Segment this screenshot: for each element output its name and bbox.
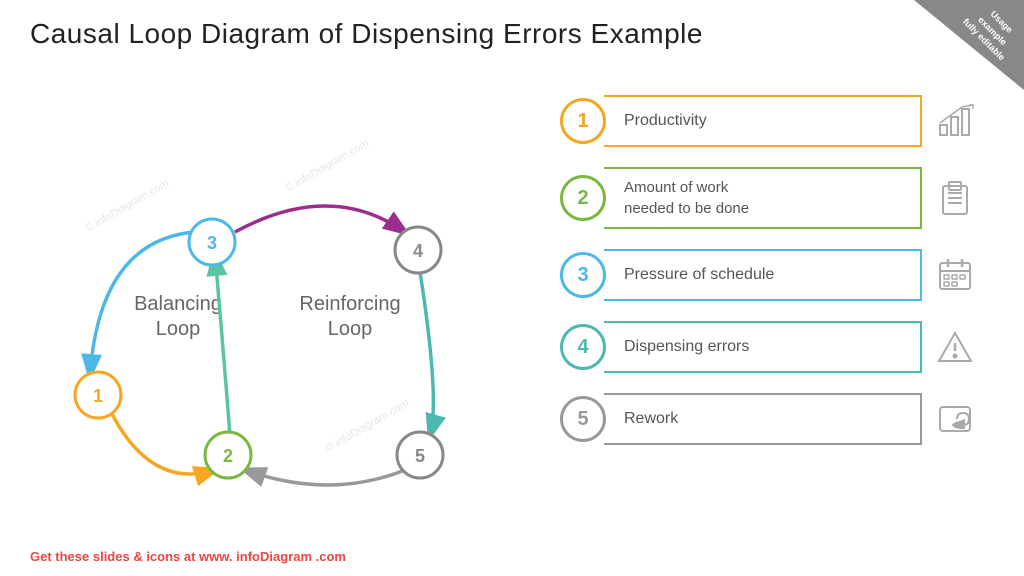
list-bar-1: Productivity [604, 95, 922, 147]
footer-brand: infoDiagram [236, 549, 312, 564]
svg-text:3: 3 [207, 233, 217, 253]
list-icon-4 [930, 322, 980, 372]
list-label-4: Dispensing errors [624, 338, 749, 356]
list-icon-5 [930, 394, 980, 444]
svg-text:Balancing: Balancing [134, 293, 222, 315]
right-panel: 1 Productivity 2 Amoun [560, 90, 980, 460]
list-item-1: 1 Productivity [560, 90, 980, 152]
list-num-5: 5 [560, 396, 606, 442]
list-num-3: 3 [560, 252, 606, 298]
page-title: Causal Loop Diagram of Dispensing Errors… [30, 18, 703, 50]
list-bar-5: Rework [604, 393, 922, 445]
page: Causal Loop Diagram of Dispensing Errors… [0, 0, 1024, 576]
list-label-2: Amount of workneeded to be done [624, 177, 749, 219]
list-icon-3 [930, 250, 980, 300]
svg-text:4: 4 [413, 241, 423, 261]
list-label-5: Rework [624, 410, 678, 428]
list-item-5: 5 Rework [560, 388, 980, 450]
list-bar-4: Dispensing errors [604, 321, 922, 373]
footer-suffix: .com [316, 549, 346, 564]
list-num-2: 2 [560, 175, 606, 221]
svg-text:2: 2 [223, 446, 233, 466]
list-item-3: 3 Pressure of schedule [560, 244, 980, 306]
list-bar-2: Amount of workneeded to be done [604, 167, 922, 229]
list-label-3: Pressure of schedule [624, 266, 774, 284]
list-item-4: 4 Dispensing errors [560, 316, 980, 378]
list-label-1: Productivity [624, 112, 707, 130]
footer-text: Get these slides & icons at www. [30, 549, 233, 564]
list-num-4: 4 [560, 324, 606, 370]
svg-text:Reinforcing: Reinforcing [299, 293, 400, 315]
list-icon-2 [930, 173, 980, 223]
svg-text:Loop: Loop [328, 318, 373, 340]
svg-text:Loop: Loop [156, 318, 201, 340]
svg-text:1: 1 [93, 386, 103, 406]
footer: Get these slides & icons at www. infoDia… [30, 549, 346, 564]
list-num-1: 1 [560, 98, 606, 144]
list-icon-1 [930, 96, 980, 146]
list-bar-3: Pressure of schedule [604, 249, 922, 301]
svg-text:5: 5 [415, 446, 425, 466]
loop-diagram: Balancing Loop Reinforcing Loop [20, 80, 540, 530]
list-item-2: 2 Amount of workneeded to be done [560, 162, 980, 234]
